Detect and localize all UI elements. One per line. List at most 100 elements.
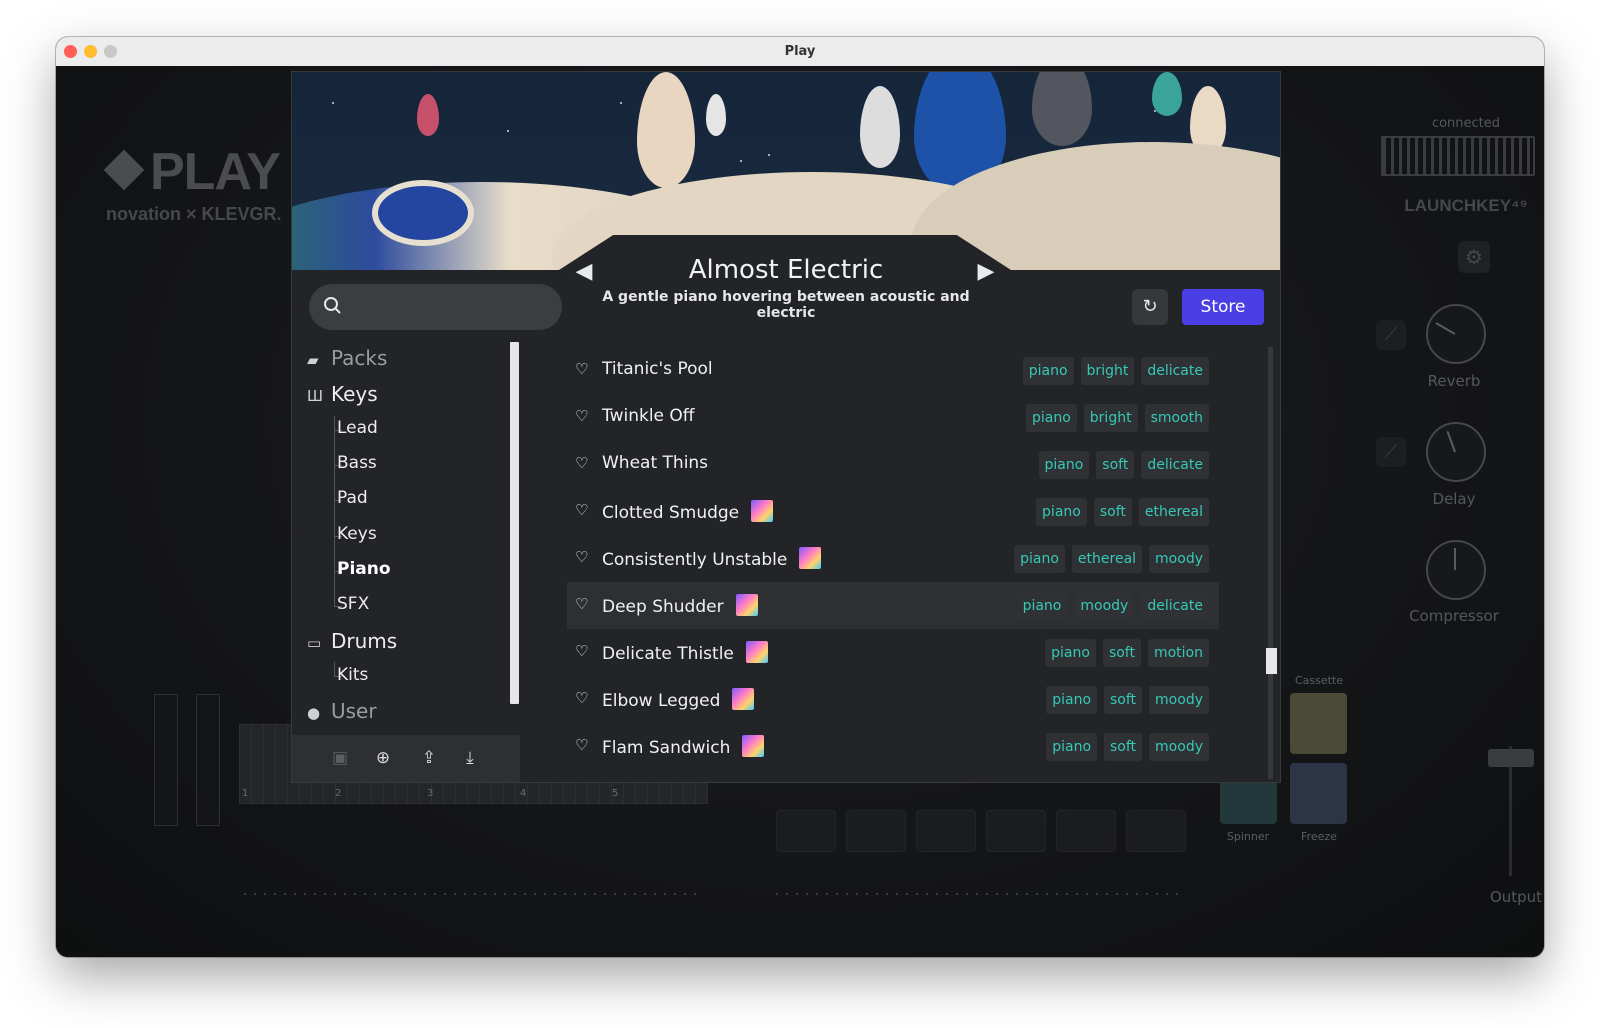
tag-soft[interactable]: soft xyxy=(1096,451,1135,479)
preset-list-scrollbar[interactable] xyxy=(1266,648,1277,674)
tag-ethereal[interactable]: ethereal xyxy=(1138,498,1209,526)
heart-icon[interactable]: ♡ xyxy=(575,642,593,660)
heart-icon[interactable]: ♡ xyxy=(575,360,593,378)
tag-soft[interactable]: soft xyxy=(1093,498,1132,526)
import-icon[interactable]: ⤓ xyxy=(457,745,483,771)
tag-piano[interactable]: piano xyxy=(1038,451,1090,479)
tag-soft[interactable]: soft xyxy=(1102,639,1141,667)
category-keys[interactable]: Ш Keys xyxy=(307,382,378,412)
search-box[interactable] xyxy=(309,284,562,330)
category-pad[interactable]: Pad xyxy=(337,488,368,518)
cassette-pad[interactable] xyxy=(1290,693,1347,754)
category-kits[interactable]: Kits xyxy=(337,665,368,695)
compressor-label: Compressor xyxy=(1409,607,1499,625)
preset-name: Elbow Legged xyxy=(602,688,755,711)
save-as-icon[interactable]: ⊕ xyxy=(370,745,396,771)
category-lead[interactable]: Lead xyxy=(337,418,378,448)
preset-row[interactable]: ♡ Flam Sandwich piano soft moody xyxy=(567,723,1219,770)
reverb-knob[interactable] xyxy=(1426,304,1486,364)
tag-moody[interactable]: moody xyxy=(1149,545,1209,573)
sidebar-scrollbar[interactable] xyxy=(510,342,519,704)
freeze-pad[interactable] xyxy=(1290,763,1347,824)
preset-row[interactable]: ♡ Elbow Legged piano soft moody xyxy=(567,676,1219,723)
heart-icon[interactable]: ♡ xyxy=(575,689,593,707)
sidebar-footer: ▣ ⊕ ⇪ ⤓ xyxy=(292,735,520,782)
reverb-toggle-button[interactable]: ⟋ xyxy=(1376,320,1406,350)
brand-play: PLAY xyxy=(150,143,281,201)
search-input[interactable] xyxy=(353,293,547,323)
heart-icon[interactable]: ♡ xyxy=(575,548,593,566)
store-button[interactable]: Store xyxy=(1182,289,1264,325)
category-packs[interactable]: ▰ Packs xyxy=(307,346,387,376)
output-label: Output xyxy=(1489,888,1543,906)
gear-icon[interactable]: ⚙ xyxy=(1458,241,1490,273)
tag-piano[interactable]: piano xyxy=(1016,592,1068,620)
compressor-knob[interactable] xyxy=(1426,540,1486,600)
device-name: LAUNCHKEY⁴⁹ xyxy=(1404,196,1528,215)
tag-bright[interactable]: bright xyxy=(1080,357,1135,385)
divider xyxy=(244,893,704,895)
sequencer-pad[interactable] xyxy=(776,810,836,852)
preset-list-scroll-track xyxy=(1268,347,1273,779)
preset-tags: piano moody delicate xyxy=(1010,592,1209,620)
preset-row[interactable]: ♡ Delicate Thistle piano soft motion xyxy=(567,629,1219,676)
mod-wheel[interactable] xyxy=(196,694,220,826)
tag-bright[interactable]: bright xyxy=(1083,404,1138,432)
preset-row[interactable]: ♡ Twinkle Off piano bright smooth xyxy=(567,394,1219,441)
category-label: Drums xyxy=(331,629,398,653)
category-bass[interactable]: Bass xyxy=(337,453,377,483)
tag-moody[interactable]: moody xyxy=(1074,592,1135,620)
pitch-wheel[interactable] xyxy=(154,694,178,826)
save-icon[interactable]: ▣ xyxy=(327,745,353,771)
category-user[interactable]: ● User xyxy=(307,699,377,729)
sequencer-pad[interactable] xyxy=(1056,810,1116,852)
tag-soft[interactable]: soft xyxy=(1104,733,1143,761)
sequencer-pad[interactable] xyxy=(916,810,976,852)
tag-soft[interactable]: soft xyxy=(1104,686,1143,714)
preset-row[interactable]: ♡ Titanic's Pool piano bright delicate xyxy=(567,347,1219,394)
sequencer-pad[interactable] xyxy=(1126,810,1186,852)
delay-knob[interactable] xyxy=(1426,422,1486,482)
tag-delicate[interactable]: delicate xyxy=(1141,592,1209,620)
category-piano[interactable]: Piano xyxy=(337,559,391,589)
tag-piano[interactable]: piano xyxy=(1046,733,1098,761)
tag-piano[interactable]: piano xyxy=(1014,545,1065,573)
tag-motion[interactable]: motion xyxy=(1147,639,1209,667)
preset-row[interactable]: ♡ Consistently Unstable piano ethereal moody xyxy=(567,535,1219,582)
sequencer-pad[interactable] xyxy=(986,810,1046,852)
heart-icon[interactable]: ♡ xyxy=(575,595,593,613)
tag-piano[interactable]: piano xyxy=(1046,686,1098,714)
preset-list: ♡ Titanic's Pool piano bright delicate ♡ Twink… xyxy=(567,347,1232,782)
export-icon[interactable]: ⇪ xyxy=(416,745,442,771)
tag-smooth[interactable]: smooth xyxy=(1144,404,1209,432)
output-slider-thumb[interactable] xyxy=(1488,749,1534,767)
tag-delicate[interactable]: delicate xyxy=(1141,451,1209,479)
category-keys-sub[interactable]: Keys xyxy=(337,524,377,554)
tag-ethereal[interactable]: ethereal xyxy=(1071,545,1143,573)
heart-icon[interactable]: ♡ xyxy=(575,501,593,519)
tree-line xyxy=(334,416,335,606)
preset-row[interactable]: ♡ Clotted Smudge piano soft ethereal xyxy=(567,488,1219,535)
refresh-icon[interactable]: ↻ xyxy=(1132,289,1168,325)
tag-moody[interactable]: moody xyxy=(1149,733,1209,761)
sequencer-pad[interactable] xyxy=(846,810,906,852)
heart-icon[interactable]: ♡ xyxy=(575,454,593,472)
tag-piano[interactable]: piano xyxy=(1045,639,1096,667)
category-drums[interactable]: ▭ Drums xyxy=(307,629,397,659)
delay-toggle-button[interactable]: ⟋ xyxy=(1376,437,1406,467)
tag-delicate[interactable]: delicate xyxy=(1141,357,1209,385)
heart-icon[interactable]: ♡ xyxy=(575,407,593,425)
preset-tags: piano soft motion xyxy=(1038,639,1209,667)
preset-row[interactable]: ♡ Deep Shudder piano moody delicate xyxy=(567,582,1219,629)
tag-piano[interactable]: piano xyxy=(1025,404,1077,432)
preset-row[interactable]: ♡ Wheat Thins piano soft delicate xyxy=(567,441,1219,488)
freeze-label: Freeze xyxy=(1301,830,1337,843)
heart-icon[interactable]: ♡ xyxy=(575,736,593,754)
tag-piano[interactable]: piano xyxy=(1036,498,1087,526)
device-status: connected xyxy=(1431,116,1501,131)
tag-piano[interactable]: piano xyxy=(1022,357,1074,385)
tag-moody[interactable]: moody xyxy=(1149,686,1209,714)
preset-name: Clotted Smudge xyxy=(602,500,774,523)
preset-name: Flam Sandwich xyxy=(602,735,765,758)
category-sfx[interactable]: SFX xyxy=(337,594,369,624)
